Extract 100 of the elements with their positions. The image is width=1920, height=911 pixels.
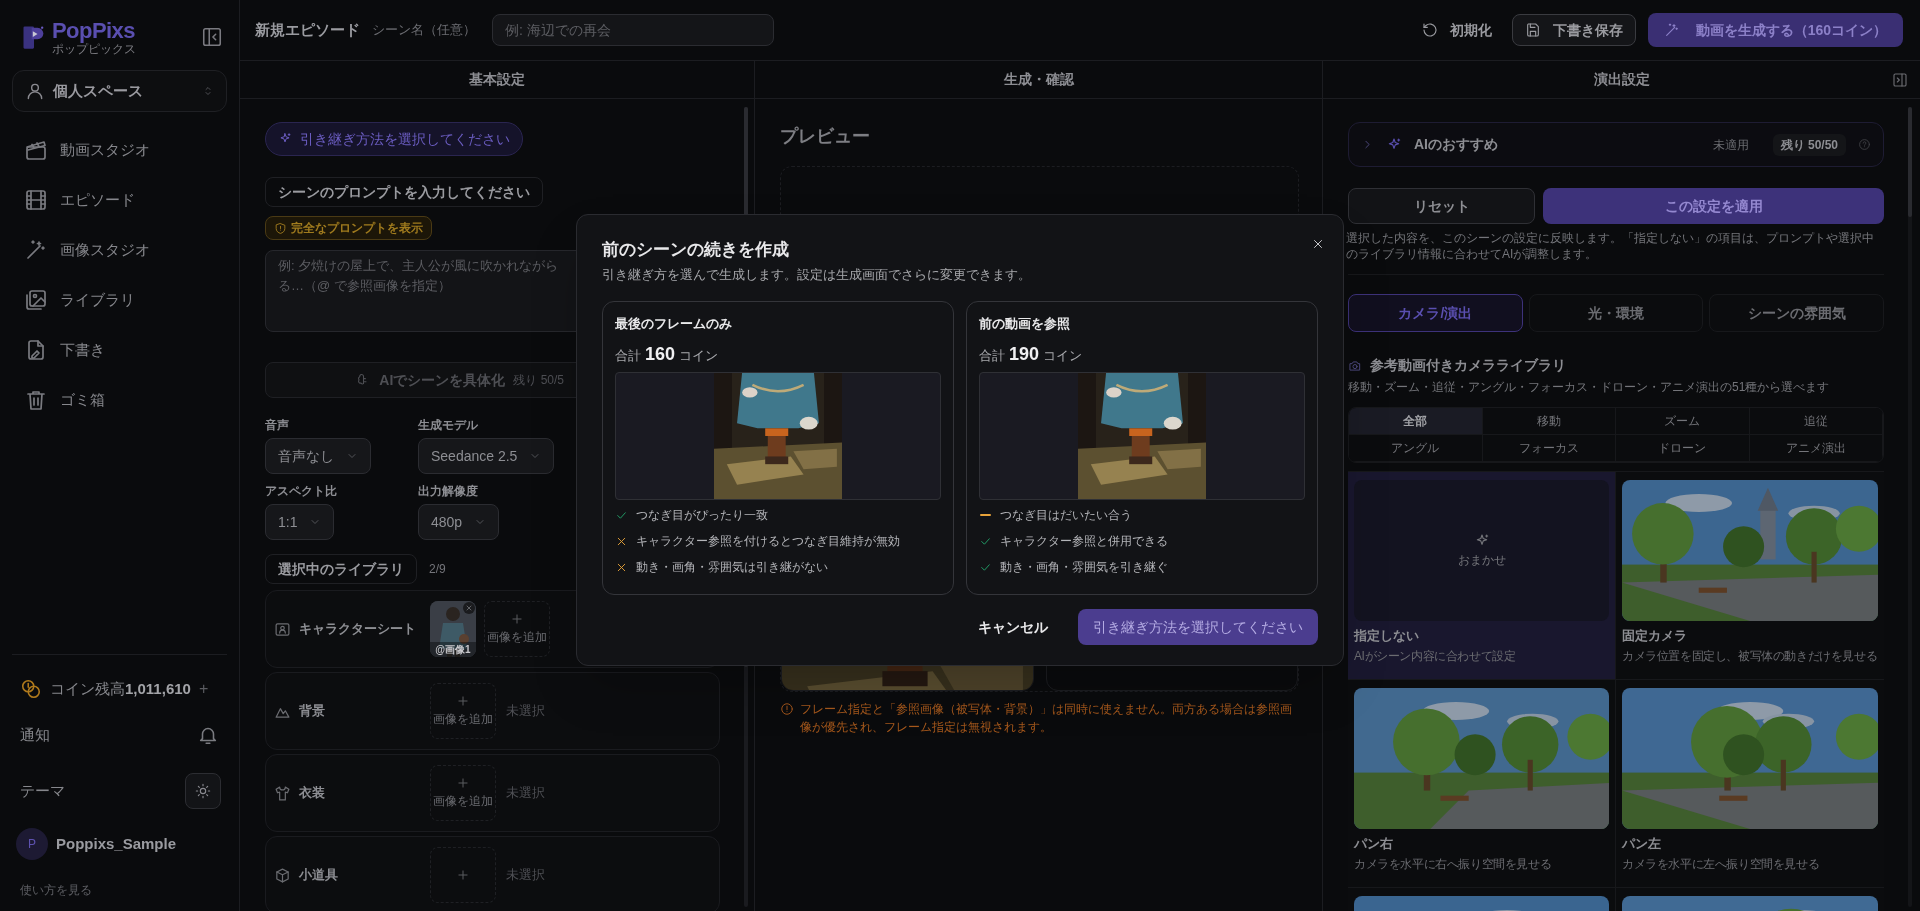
library-count: 2/9	[429, 561, 446, 578]
dropdown[interactable]: Seedance 2.5	[418, 438, 555, 474]
preview-heading: プレビュー	[780, 125, 871, 148]
nav-item[interactable]: 下書き	[12, 328, 227, 372]
sidebar-toggle-icon[interactable]	[201, 26, 223, 48]
field-label: アスペクト比	[265, 483, 337, 500]
add-image-tile[interactable]: 画像を追加	[430, 765, 496, 821]
theme-toggle[interactable]	[185, 773, 221, 809]
remaining-badge: 残り 50/50	[1772, 133, 1846, 156]
column-header: 基本設定	[469, 70, 525, 89]
total-label: 合計	[979, 347, 1005, 365]
camera-option-card[interactable]: パン右 カメラを水平に右へ振り空間を見せる	[1348, 680, 1616, 888]
scene-name-field[interactable]: 例: 海辺での再会	[492, 14, 774, 46]
images-icon	[24, 288, 48, 312]
library-heading: 参考動画付きカメラライブラリ	[1370, 356, 1566, 375]
dropdown[interactable]: 音声なし	[265, 438, 371, 474]
plus-icon	[456, 868, 470, 882]
card-title: パン右	[1354, 835, 1394, 853]
help-link[interactable]: 使い方を見る	[12, 881, 227, 899]
filter-tab[interactable]: 全部	[1349, 408, 1483, 435]
tab[interactable]: カメラ/演出	[1348, 294, 1523, 332]
option-card[interactable]: 最後のフレームのみ 合計 160 コイン つなぎ目がぴったり一致 キャラクター参照を付けるとつなぎ目維持が無効 動き・画角・雰囲気は引き継がない	[602, 300, 954, 595]
save-draft-button[interactable]: 下書き保存	[1511, 14, 1636, 46]
filter-tab[interactable]: アングル	[1349, 435, 1483, 462]
save-icon	[1524, 22, 1541, 38]
camera-icon	[1348, 358, 1362, 373]
point-text: 動き・画角・雰囲気を引き継ぐ	[1000, 559, 1168, 576]
row-label: キャラクターシート	[299, 620, 416, 639]
nav-item[interactable]: 動画スタジオ	[12, 128, 227, 172]
scrollbar-thumb[interactable]	[1908, 107, 1912, 217]
character-thumbnail[interactable]: @画像1	[430, 601, 476, 657]
column-header: 生成・確認	[1003, 70, 1074, 89]
coin-unit: コイン	[1043, 347, 1083, 365]
card-description: カメラ位置を固定し、被写体の動きだけを見せる	[1622, 648, 1878, 664]
page-title: 新規エピソード	[255, 19, 360, 40]
user-avatar: P	[16, 828, 48, 860]
coin-unit: コイン	[679, 347, 719, 365]
filter-tab[interactable]: ズーム	[1616, 408, 1750, 435]
undo-icon	[1421, 22, 1438, 38]
card-title: パン左	[1622, 835, 1662, 853]
option-title: 最後のフレームのみ	[615, 314, 733, 333]
workspace-select[interactable]: 個人スペース	[12, 70, 227, 112]
sun-icon	[195, 783, 211, 799]
reset-button[interactable]: 初期化	[1413, 14, 1500, 46]
dropdown[interactable]: 1:1	[265, 504, 335, 540]
magic-wand-icon	[24, 238, 48, 262]
camera-option-card[interactable]: おまかせ 指定しない AIがシーン内容に合わせて設定	[1348, 472, 1616, 680]
confirm-button[interactable]: 引き継ぎ方法を選択してください	[1078, 609, 1318, 645]
updown-icon	[202, 85, 214, 97]
add-image-tile[interactable]: 画像を追加	[484, 601, 550, 657]
auto-label: おまかせ	[1457, 551, 1506, 569]
shirt-icon	[274, 784, 291, 802]
theme-label: テーマ	[20, 780, 65, 801]
continuation-button[interactable]: 引き継ぎ方法を選択してください	[265, 122, 523, 156]
option-title: 前の動画を参照	[979, 314, 1071, 333]
trash-icon	[24, 388, 48, 412]
add-image-tile[interactable]: 画像を追加	[430, 683, 496, 739]
plus-icon	[456, 776, 470, 790]
generate-button[interactable]: 動画を生成する（160コイン）	[1647, 13, 1903, 47]
tab[interactable]: 光・環境	[1528, 294, 1704, 332]
warning-text: フレーム指定と「参照画像（被写体・背景）」は同時に使えません。両方ある場合は参照画像が優先され、フレーム指定は無視されます。	[800, 701, 1293, 736]
nav-item[interactable]: 画像スタジオ	[12, 228, 227, 272]
cancel-button[interactable]: キャンセル	[962, 609, 1064, 645]
logo-wordmark: PopPixs	[52, 19, 136, 42]
prompt-heading: シーンのプロンプトを入力してください	[278, 182, 530, 202]
tab[interactable]: シーンの雰囲気	[1709, 294, 1884, 332]
close-icon	[465, 604, 473, 612]
plus-icon	[456, 694, 470, 708]
ai-recommendation-panel[interactable]: AIのおすすめ 未適用 残り 50/50	[1348, 122, 1884, 167]
filter-tab[interactable]: フォーカス	[1482, 435, 1616, 462]
add-coins-button[interactable]: +	[198, 677, 209, 701]
filter-tab[interactable]: ドローン	[1616, 435, 1750, 462]
film-icon	[24, 188, 48, 212]
reset-button[interactable]: リセット	[1348, 188, 1535, 224]
nav-item[interactable]: エピソード	[12, 178, 227, 222]
nav-item[interactable]: ライブラリ	[12, 278, 227, 322]
point-text: キャラクター参照と併用できる	[1000, 533, 1168, 550]
empty-status: 未選択	[506, 702, 545, 721]
point-text: つなぎ目はだいたい合う	[1000, 507, 1132, 524]
library-heading: 選択中のライブラリ	[278, 559, 404, 579]
card-description: カメラを水平に左へ振り空間を見せる	[1622, 856, 1821, 872]
option-card[interactable]: 前の動画を参照 合計 190 コイン つなぎ目はだいたい合う キャラクター参照と併用できる 動き・画角・雰囲気を引き継ぐ	[966, 300, 1318, 595]
apply-button[interactable]: この設定を適用	[1543, 188, 1884, 224]
filter-tab[interactable]: アニメ演出	[1749, 435, 1883, 462]
card-title: 固定カメラ	[1622, 627, 1688, 645]
add-image-tile[interactable]	[430, 847, 496, 903]
show-full-prompt-button[interactable]: 完全なプロンプトを表示	[265, 216, 432, 240]
panel-right-icon[interactable]	[1892, 71, 1908, 88]
box-icon	[274, 866, 291, 884]
panel-title: AIのおすすめ	[1414, 135, 1499, 154]
column-header: 演出設定	[1593, 70, 1650, 89]
nav-item[interactable]: ゴミ箱	[12, 378, 227, 422]
user-icon	[25, 81, 45, 101]
row-label: 小道具	[299, 866, 338, 885]
plus-icon	[510, 612, 524, 626]
dropdown[interactable]: 480p	[418, 504, 500, 540]
row-label: 衣装	[299, 784, 325, 803]
filter-tab[interactable]: 移動	[1482, 408, 1616, 435]
point-text: 動き・画角・雰囲気は引き継がない	[636, 559, 828, 576]
scene-name-label: シーン名（任意）	[372, 21, 476, 40]
